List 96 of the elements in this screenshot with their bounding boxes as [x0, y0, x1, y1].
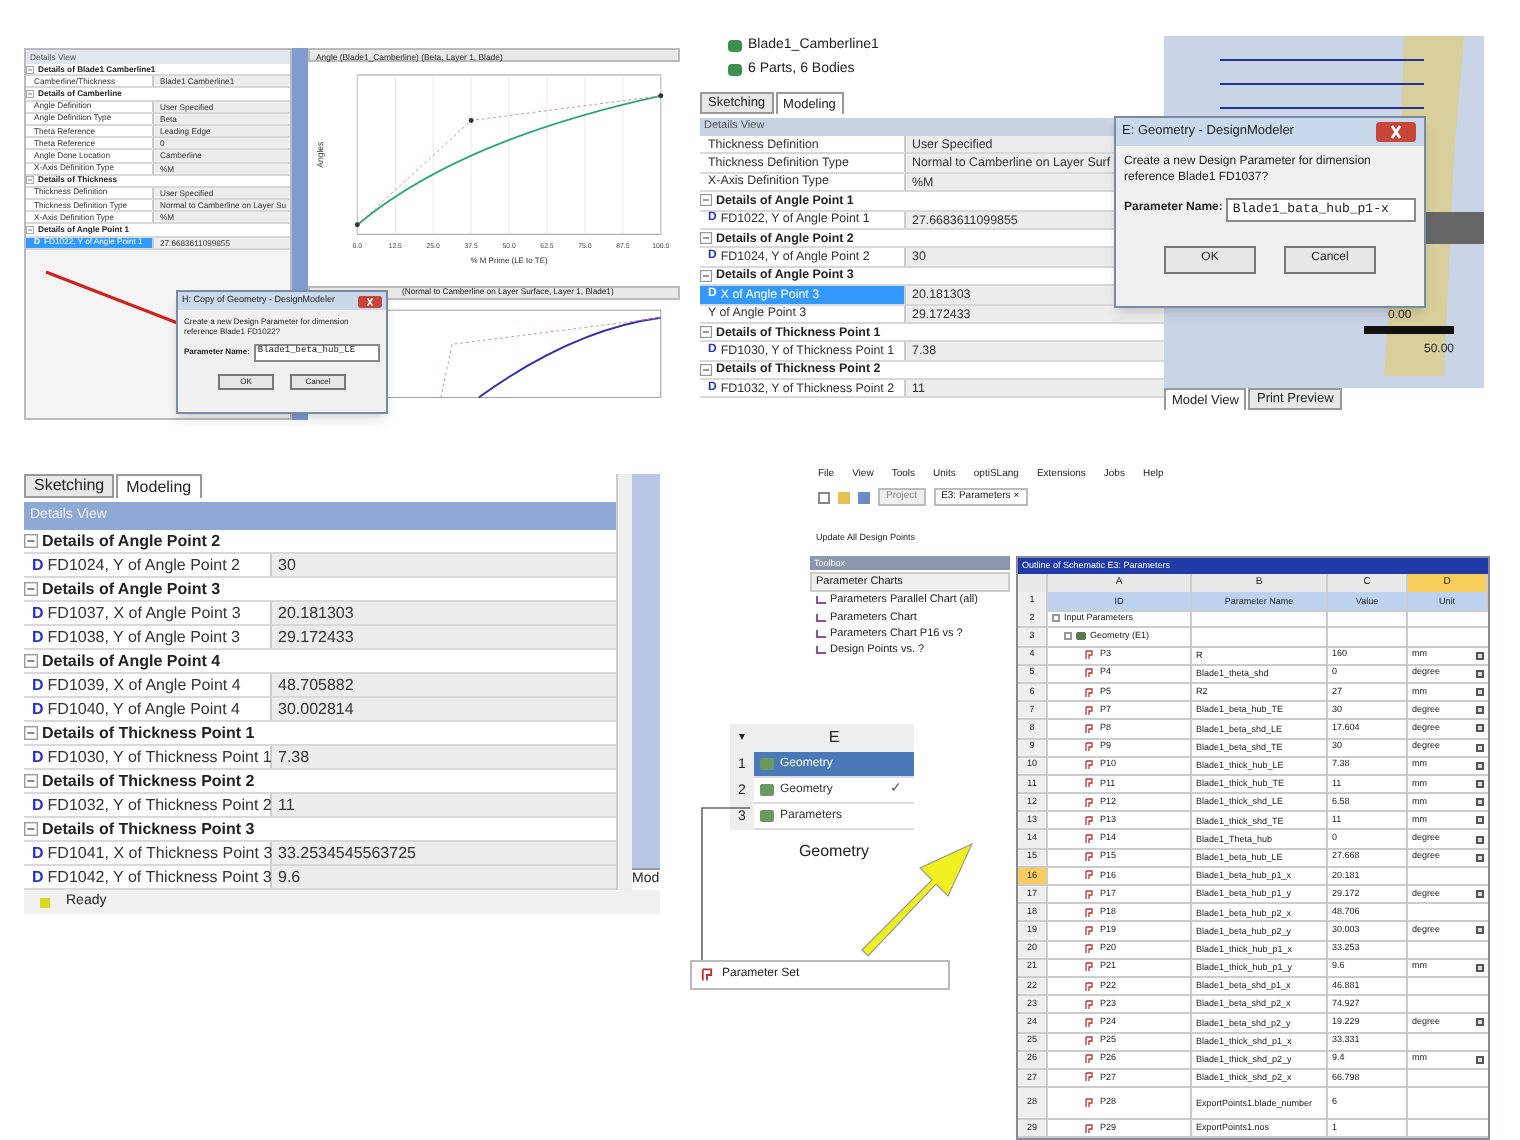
- collapse-icon[interactable]: [700, 269, 712, 282]
- collapse-icon[interactable]: [700, 232, 712, 245]
- group-title: Details of Thickness Point 1: [42, 722, 255, 744]
- dropdown-icon[interactable]: [1476, 890, 1484, 899]
- status-icon: [40, 897, 50, 907]
- parameter-letter: D: [32, 746, 44, 768]
- system-caption: Geometry: [796, 840, 872, 864]
- dropdown-icon[interactable]: [1476, 1018, 1484, 1027]
- property-value: 33.2534545563725: [272, 842, 616, 864]
- collapse-icon[interactable]: [26, 176, 34, 185]
- tab[interactable]: Modeling: [116, 474, 202, 498]
- parameter-letter: D: [32, 698, 44, 720]
- property-value: 30.002814: [272, 698, 616, 720]
- property-value: 29.172433: [272, 626, 616, 648]
- property-name: FD1040, Y of Angle Point 4: [47, 698, 240, 720]
- property-value: 20.181303: [272, 602, 616, 624]
- close-icon[interactable]: [1374, 122, 1418, 142]
- parameter-letter: D: [32, 602, 44, 624]
- property-name: FD1024, Y of Angle Point 2: [47, 554, 240, 576]
- system-letter: E: [754, 724, 914, 752]
- group-title: Details of Angle Point 4: [42, 650, 221, 672]
- group-title: Details of Thickness Point 3: [42, 818, 255, 840]
- parameter-icon: [1084, 705, 1094, 716]
- corner-cell: [1018, 574, 1048, 594]
- parameter-icon: [1084, 925, 1094, 936]
- property-value: 48.705882: [272, 674, 616, 696]
- cell-icon: [760, 758, 774, 770]
- property-value: 11: [272, 794, 616, 816]
- property-value: 30: [272, 554, 616, 576]
- parameter-icon: [1084, 907, 1094, 918]
- collapse-icon[interactable]: [24, 654, 38, 668]
- parameter-icon: [1084, 1123, 1094, 1134]
- table-cell: [1328, 628, 1408, 648]
- tree-node-icon: [728, 63, 742, 76]
- parameter-icon: [1084, 1072, 1094, 1083]
- parameter-icon: [1084, 778, 1094, 789]
- collapse-icon[interactable]: [24, 582, 38, 596]
- collapse-icon[interactable]: [26, 65, 34, 74]
- property-name: FD1032, Y of Thickness Point 2: [47, 794, 272, 816]
- table-cell: [1328, 610, 1408, 629]
- parameter-icon: [1084, 1098, 1094, 1109]
- parameter-icon: [1084, 742, 1094, 753]
- parameter-icon: [1084, 815, 1094, 826]
- parameter-icon: [1084, 834, 1094, 845]
- parameter-icon: [1084, 1036, 1094, 1047]
- parameter-icon: [1084, 797, 1094, 808]
- parameter-icon: [1084, 723, 1094, 734]
- parameter-icon: [1084, 870, 1094, 881]
- parameter-letter: D: [32, 842, 44, 864]
- parameter-icon: [1084, 1054, 1094, 1065]
- cell-icon: [760, 784, 774, 796]
- property-name: FD1030, Y of Thickness Point 1: [47, 746, 272, 768]
- property-name: FD1039, X of Angle Point 4: [47, 674, 241, 696]
- collapse-icon[interactable]: [24, 774, 38, 788]
- parameter-icon: [1084, 962, 1094, 973]
- parameter-icon: [1084, 687, 1094, 698]
- parameter-icon: [1084, 1017, 1094, 1028]
- parameter-icon: [1084, 650, 1094, 661]
- parameter-icon: [700, 968, 714, 982]
- property-name: FD1042, Y of Thickness Point 3: [47, 866, 272, 888]
- parameter-letter: D: [32, 794, 44, 816]
- dropdown-icon[interactable]: [1476, 963, 1484, 972]
- tab[interactable]: Sketching: [24, 474, 115, 498]
- collapse-icon[interactable]: [700, 194, 712, 207]
- cell-icon: [760, 810, 774, 822]
- property-name: FD1037, X of Angle Point 3: [47, 602, 241, 624]
- parameter-icon: [1084, 760, 1094, 771]
- property-name: FD1041, X of Thickness Point 3: [47, 842, 273, 864]
- collapse-icon[interactable]: [24, 726, 38, 740]
- dropdown-icon[interactable]: [1476, 1055, 1484, 1064]
- parameter-letter: D: [32, 674, 44, 696]
- parameter-icon: [1084, 668, 1094, 679]
- collapse-icon[interactable]: [700, 363, 712, 376]
- group-title: Details of Thickness Point 2: [42, 770, 255, 792]
- property-value: 7.38: [272, 746, 616, 768]
- geometry-icon: [1076, 632, 1086, 641]
- tree-node-icon: [728, 40, 742, 53]
- parameter-icon: [1084, 852, 1094, 863]
- property-value: 9.6: [272, 866, 616, 888]
- parameter-letter: D: [32, 554, 44, 576]
- dropdown-icon[interactable]: [1476, 926, 1484, 935]
- parameter-icon: [1084, 889, 1094, 900]
- property-name: FD1038, Y of Angle Point 3: [47, 626, 240, 648]
- collapse-icon[interactable]: [26, 226, 34, 235]
- close-icon[interactable]: [358, 295, 382, 307]
- collapse-icon[interactable]: [24, 822, 38, 836]
- parameter-icon: [1084, 999, 1094, 1010]
- group-title: Details of Angle Point 3: [42, 578, 221, 600]
- parameter-icon: [1084, 944, 1094, 955]
- collapse-icon[interactable]: [700, 326, 712, 339]
- parameter-letter: D: [32, 626, 44, 648]
- collapse-icon[interactable]: [24, 534, 38, 548]
- parameter-icon: [1084, 981, 1094, 992]
- parameter-letter: D: [32, 866, 44, 888]
- collapse-icon[interactable]: [26, 89, 34, 98]
- group-title: Details of Angle Point 2: [42, 530, 221, 552]
